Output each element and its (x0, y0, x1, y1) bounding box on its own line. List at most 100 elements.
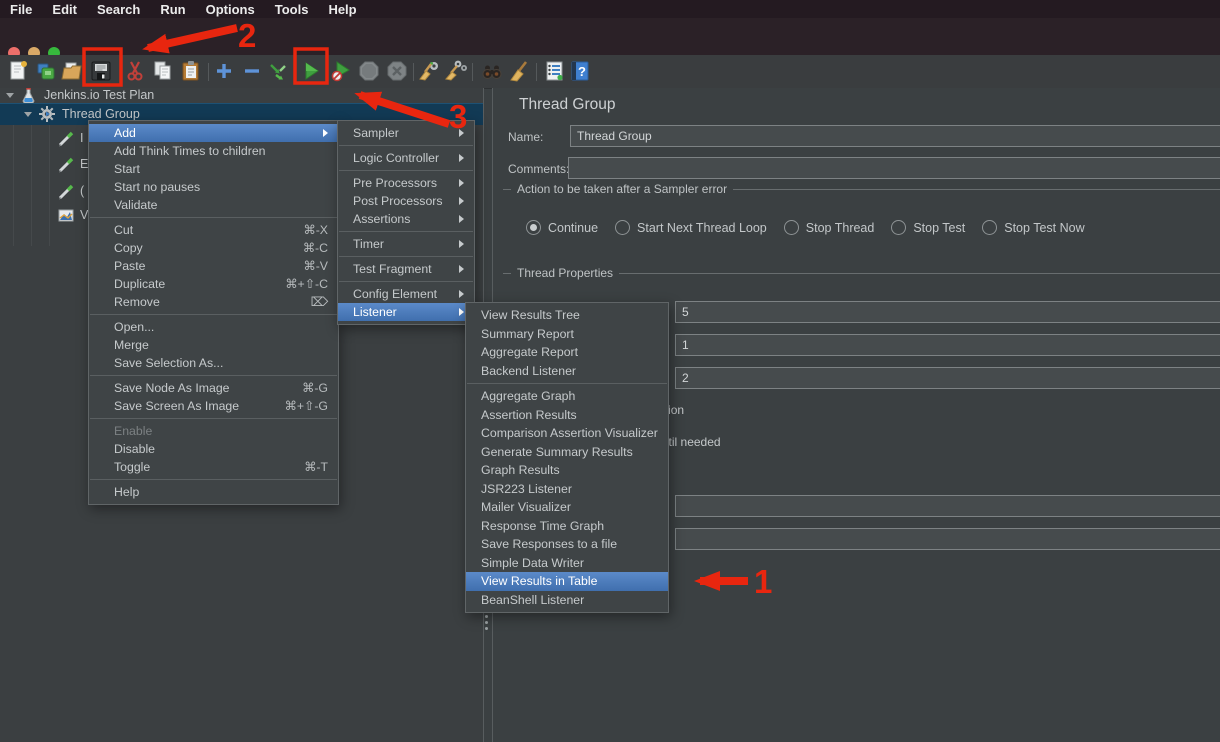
radio-start-next-thread-loop[interactable]: Start Next Thread Loop (615, 220, 767, 235)
menu-item-save-selection-as[interactable]: Save Selection As... (89, 354, 338, 372)
menu-item-start[interactable]: Start (89, 160, 338, 178)
menu-item-beanshell-listener[interactable]: BeanShell Listener (466, 591, 668, 610)
toggle-icon[interactable] (266, 59, 290, 83)
menu-item-help[interactable]: Help (89, 483, 338, 501)
menu-item-paste[interactable]: Paste⌘-V (89, 257, 338, 275)
menu-item-sampler[interactable]: Sampler (338, 124, 474, 142)
menu-item-open[interactable]: Open... (89, 318, 338, 336)
menu-item-simple-data-writer[interactable]: Simple Data Writer (466, 554, 668, 573)
menubar-item-tools[interactable]: Tools (275, 2, 309, 17)
menu-item-enable[interactable]: Enable (89, 422, 338, 440)
clear-icon[interactable] (417, 59, 441, 83)
toolbar-separator (536, 63, 537, 81)
menu-item-assertions[interactable]: Assertions (338, 210, 474, 228)
collapse-arrow-icon[interactable] (24, 112, 32, 117)
menu-item-save-node-as-image[interactable]: Save Node As Image⌘-G (89, 379, 338, 397)
menu-item-backend-listener[interactable]: Backend Listener (466, 362, 668, 381)
search-icon[interactable] (480, 59, 504, 83)
menu-item-logic-controller[interactable]: Logic Controller (338, 149, 474, 167)
menu-item-response-time-graph[interactable]: Response Time Graph (466, 517, 668, 536)
radio-stop-test[interactable]: Stop Test (891, 220, 965, 235)
loop-count-input[interactable]: 2 (675, 367, 1220, 389)
menubar-item-run[interactable]: Run (160, 2, 185, 17)
radio-stop-test-now[interactable]: Stop Test Now (982, 220, 1084, 235)
menu-item-duplicate[interactable]: Duplicate⌘+⇧-C (89, 275, 338, 293)
search-reset-icon[interactable] (508, 59, 532, 83)
stop-icon[interactable] (357, 59, 381, 83)
copy-icon[interactable] (151, 59, 175, 83)
name-input[interactable]: Thread Group (570, 125, 1220, 147)
menu-item-view-results-tree[interactable]: View Results Tree (466, 306, 668, 325)
paste-icon[interactable] (179, 59, 203, 83)
menu-item-mailer-visualizer[interactable]: Mailer Visualizer (466, 498, 668, 517)
listener-chart-icon (57, 206, 75, 224)
menu-item-toggle[interactable]: Toggle⌘-T (89, 458, 338, 476)
menu-item-generate-summary-results[interactable]: Generate Summary Results (466, 443, 668, 462)
menu-shortcut: ⌘-X (303, 223, 328, 237)
menu-item-config-element[interactable]: Config Element (338, 285, 474, 303)
collapse-arrow-icon[interactable] (6, 93, 14, 98)
function-helper-icon[interactable] (543, 59, 567, 83)
menu-item-merge[interactable]: Merge (89, 336, 338, 354)
menu-item-add[interactable]: Add (89, 124, 338, 142)
cut-icon[interactable] (123, 59, 147, 83)
submenu-arrow-icon (459, 154, 464, 162)
templates-icon[interactable] (34, 59, 58, 83)
menu-item-remove[interactable]: Remove⌦ (89, 293, 338, 311)
number-of-threads-input[interactable]: 5 (675, 301, 1220, 323)
shutdown-icon[interactable] (385, 59, 409, 83)
menubar-item-help[interactable]: Help (328, 2, 356, 17)
menu-item-listener[interactable]: Listener (338, 303, 474, 321)
menu-item-validate[interactable]: Validate (89, 196, 338, 214)
menu-item-graph-results[interactable]: Graph Results (466, 461, 668, 480)
menu-item-add-think-times-to-children[interactable]: Add Think Times to children (89, 142, 338, 160)
menu-item-aggregate-graph[interactable]: Aggregate Graph (466, 387, 668, 406)
menu-separator (90, 479, 337, 480)
menu-item-save-responses-to-a-file[interactable]: Save Responses to a file (466, 535, 668, 554)
start-icon[interactable] (299, 59, 323, 83)
comments-label: Comments: (508, 162, 569, 176)
radio-continue[interactable]: Continue (526, 220, 598, 235)
menu-item-label: Cut (114, 223, 285, 237)
save-icon[interactable] (89, 59, 113, 83)
menu-item-label: Comparison Assertion Visualizer (481, 426, 658, 440)
menubar-item-options[interactable]: Options (206, 2, 255, 17)
radio-stop-thread[interactable]: Stop Thread (784, 220, 875, 235)
help-icon[interactable]: ? (568, 59, 592, 83)
menu-item-comparison-assertion-visualizer[interactable]: Comparison Assertion Visualizer (466, 424, 668, 443)
menubar-item-edit[interactable]: Edit (52, 2, 77, 17)
menu-item-post-processors[interactable]: Post Processors (338, 192, 474, 210)
menu-item-assertion-results[interactable]: Assertion Results (466, 406, 668, 425)
menu-item-save-screen-as-image[interactable]: Save Screen As Image⌘+⇧-G (89, 397, 338, 415)
menubar-item-file[interactable]: File (10, 2, 32, 17)
expand-all-icon[interactable] (212, 59, 236, 83)
new-file-icon[interactable] (6, 59, 30, 83)
menu-item-label: Save Responses to a file (481, 537, 658, 551)
clear-all-icon[interactable] (444, 59, 468, 83)
name-label: Name: (508, 130, 543, 144)
sampler-pencil-icon (57, 129, 75, 147)
startup-delay-input[interactable] (675, 528, 1220, 550)
menu-shortcut: ⌦ (311, 295, 328, 309)
comments-input[interactable] (568, 157, 1220, 179)
menu-item-jsr223-listener[interactable]: JSR223 Listener (466, 480, 668, 499)
menu-item-timer[interactable]: Timer (338, 235, 474, 253)
menu-item-disable[interactable]: Disable (89, 440, 338, 458)
submenu-arrow-icon (323, 129, 328, 137)
splitter-grip-icon[interactable] (485, 615, 488, 630)
menubar-item-search[interactable]: Search (97, 2, 140, 17)
menu-item-start-no-pauses[interactable]: Start no pauses (89, 178, 338, 196)
open-icon[interactable] (60, 59, 84, 83)
menu-item-copy[interactable]: Copy⌘-C (89, 239, 338, 257)
menu-item-summary-report[interactable]: Summary Report (466, 325, 668, 344)
menu-item-pre-processors[interactable]: Pre Processors (338, 174, 474, 192)
ramp-up-period-input[interactable]: 1 (675, 334, 1220, 356)
duration-input[interactable] (675, 495, 1220, 517)
start-no-pauses-icon[interactable] (329, 59, 353, 83)
menu-item-cut[interactable]: Cut ⌘-X (89, 221, 338, 239)
menu-item-aggregate-report[interactable]: Aggregate Report (466, 343, 668, 362)
menu-item-view-results-in-table[interactable]: View Results in Table (466, 572, 668, 591)
radio-label: Stop Test Now (1004, 221, 1084, 235)
menu-item-test-fragment[interactable]: Test Fragment (338, 260, 474, 278)
collapse-all-icon[interactable] (240, 59, 264, 83)
